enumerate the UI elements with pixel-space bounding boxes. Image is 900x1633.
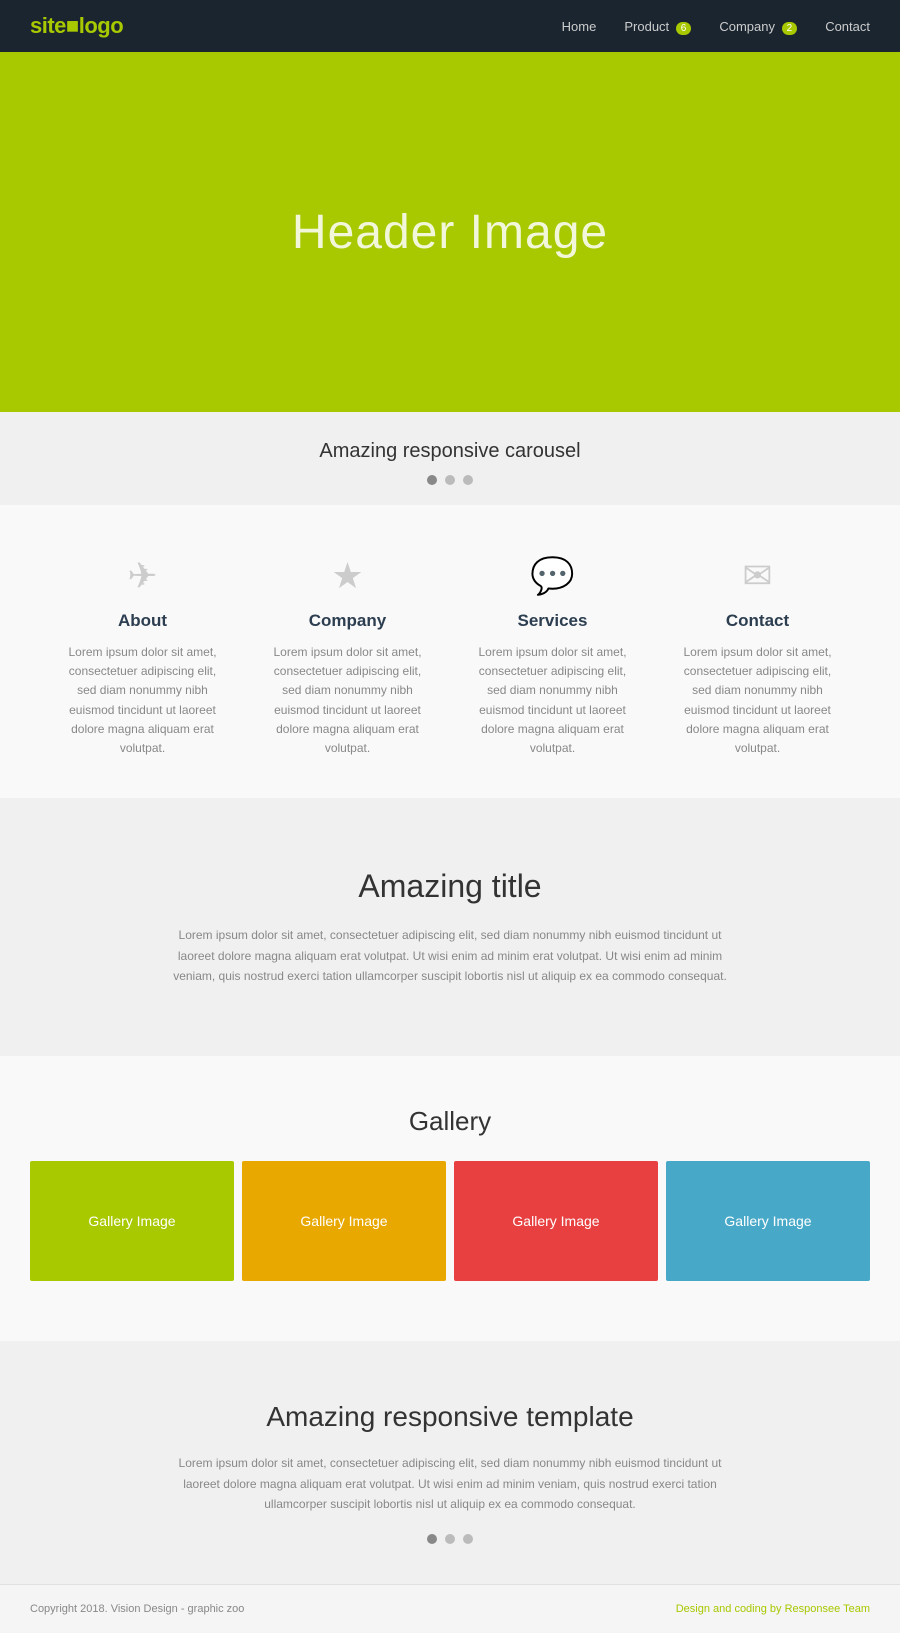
logo-text: site■logo <box>30 13 123 39</box>
nav-product[interactable]: Product 6 <box>624 19 691 34</box>
feature-services-desc: Lorem ipsum dolor sit amet, consectetuer… <box>470 643 635 758</box>
company-icon: ★ <box>265 555 430 597</box>
hero-title: Header Image <box>292 205 608 260</box>
logo-site: site <box>30 13 66 38</box>
amazing-title: Amazing title <box>160 868 740 905</box>
nav-company-label: Company <box>719 19 775 34</box>
bottom-dot-3[interactable] <box>463 1534 473 1544</box>
gallery-section: Gallery Gallery Image Gallery Image Gall… <box>0 1056 900 1341</box>
hero-section: Header Image <box>0 52 900 412</box>
nav-product-label: Product <box>624 19 669 34</box>
carousel-dot-1[interactable] <box>427 475 437 485</box>
feature-about-desc: Lorem ipsum dolor sit amet, consectetuer… <box>60 643 225 758</box>
gallery-item-4[interactable]: Gallery Image <box>666 1161 870 1281</box>
responsive-template-desc: Lorem ipsum dolor sit amet, consectetuer… <box>160 1453 740 1514</box>
feature-contact-desc: Lorem ipsum dolor sit amet, consectetuer… <box>675 643 840 758</box>
feature-contact: ✉ Contact Lorem ipsum dolor sit amet, co… <box>655 555 860 758</box>
bottom-dot-2[interactable] <box>445 1534 455 1544</box>
carousel-dots <box>20 475 880 485</box>
navbar: site■logo Home Product 6 Company 2 Conta… <box>0 0 900 52</box>
gallery-item-4-label: Gallery Image <box>724 1213 811 1229</box>
feature-contact-title: Contact <box>675 611 840 631</box>
responsive-template-title: Amazing responsive template <box>160 1401 740 1433</box>
feature-company: ★ Company Lorem ipsum dolor sit amet, co… <box>245 555 450 758</box>
feature-services: 💬 Services Lorem ipsum dolor sit amet, c… <box>450 555 655 758</box>
feature-about: ✈ About Lorem ipsum dolor sit amet, cons… <box>40 555 245 758</box>
nav-company-badge: 2 <box>782 22 798 35</box>
carousel-section: Amazing responsive carousel <box>0 412 900 505</box>
services-icon: 💬 <box>470 555 635 597</box>
logo-dot-char: ■ <box>66 13 79 38</box>
feature-company-desc: Lorem ipsum dolor sit amet, consectetuer… <box>265 643 430 758</box>
logo[interactable]: site■logo <box>30 13 123 39</box>
features-section: ✈ About Lorem ipsum dolor sit amet, cons… <box>0 505 900 798</box>
gallery-grid: Gallery Image Gallery Image Gallery Imag… <box>30 1161 870 1281</box>
footer: Copyright 2018. Vision Design - graphic … <box>0 1584 900 1633</box>
feature-about-title: About <box>60 611 225 631</box>
feature-services-title: Services <box>470 611 635 631</box>
gallery-item-2[interactable]: Gallery Image <box>242 1161 446 1281</box>
nav-product-badge: 6 <box>676 22 692 35</box>
gallery-item-1[interactable]: Gallery Image <box>30 1161 234 1281</box>
gallery-item-3-label: Gallery Image <box>512 1213 599 1229</box>
contact-icon: ✉ <box>675 555 840 597</box>
gallery-title: Gallery <box>30 1106 870 1137</box>
carousel-title: Amazing responsive carousel <box>20 440 880 463</box>
nav-home[interactable]: Home <box>562 19 597 34</box>
footer-credit: Design and coding by Responsee Team <box>676 1603 870 1615</box>
responsive-template-section: Amazing responsive template Lorem ipsum … <box>0 1341 900 1584</box>
carousel-dot-3[interactable] <box>463 475 473 485</box>
about-icon: ✈ <box>60 555 225 597</box>
bottom-dot-1[interactable] <box>427 1534 437 1544</box>
nav-links: Home Product 6 Company 2 Contact <box>562 19 870 34</box>
logo-logo: logo <box>79 13 123 38</box>
amazing-title-desc: Lorem ipsum dolor sit amet, consectetuer… <box>160 925 740 986</box>
gallery-item-2-label: Gallery Image <box>300 1213 387 1229</box>
feature-company-title: Company <box>265 611 430 631</box>
gallery-item-1-label: Gallery Image <box>88 1213 175 1229</box>
nav-contact[interactable]: Contact <box>825 19 870 34</box>
footer-copyright: Copyright 2018. Vision Design - graphic … <box>30 1603 244 1615</box>
amazing-title-section: Amazing title Lorem ipsum dolor sit amet… <box>0 798 900 1056</box>
bottom-dots <box>160 1534 740 1544</box>
nav-company[interactable]: Company 2 <box>719 19 797 34</box>
carousel-dot-2[interactable] <box>445 475 455 485</box>
gallery-item-3[interactable]: Gallery Image <box>454 1161 658 1281</box>
